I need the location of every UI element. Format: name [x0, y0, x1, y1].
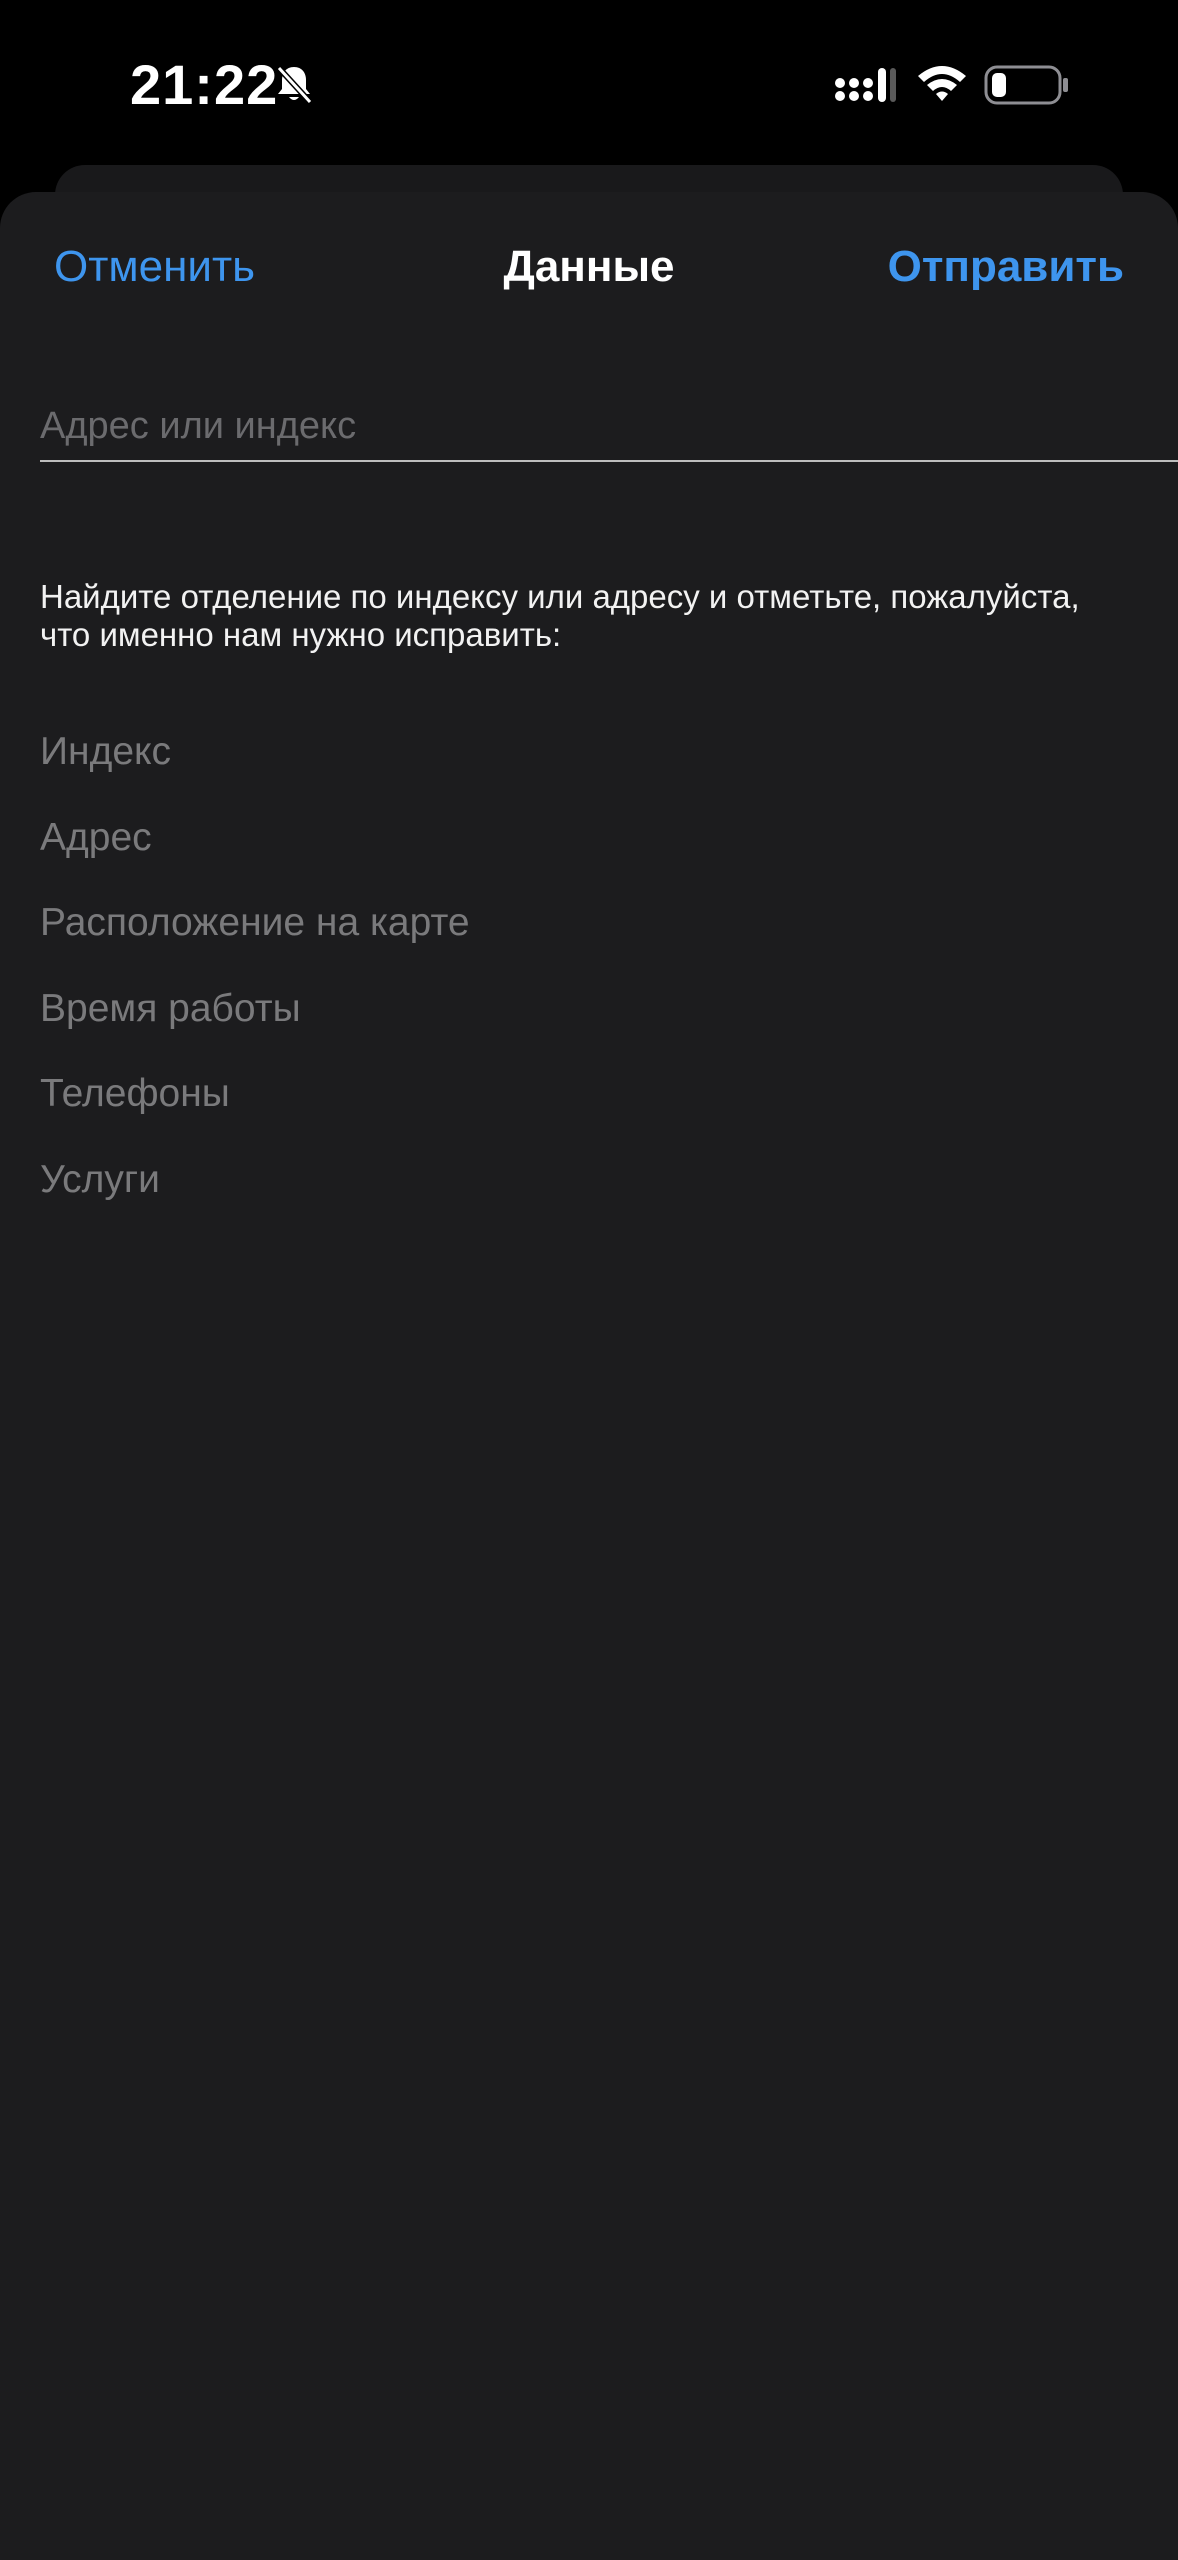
cellular-signal-icon [835, 68, 896, 102]
bell-slash-icon [276, 65, 313, 105]
option-working-hours[interactable]: Время работы [40, 988, 470, 1075]
option-address[interactable]: Адрес [40, 817, 470, 904]
option-map-location[interactable]: Расположение на карте [40, 903, 470, 989]
cancel-button[interactable]: Отменить [54, 242, 255, 292]
address-search-input[interactable] [40, 392, 1178, 462]
status-time: 21:22 [130, 53, 279, 116]
status-bar: 21:22 [0, 0, 1178, 165]
option-services[interactable]: Услуги [40, 1159, 470, 1246]
option-index[interactable]: Индекс [40, 732, 470, 818]
instructions-text: Найдите отделение по индексу или адресу … [40, 578, 1080, 653]
battery-low-icon [984, 65, 1068, 105]
correction-options-list: Индекс Адрес Расположение на карте Время… [40, 732, 470, 1245]
option-phones[interactable]: Телефоны [40, 1074, 470, 1160]
wifi-icon [918, 66, 966, 101]
send-button[interactable]: Отправить [888, 242, 1124, 292]
data-sheet: Отменить Данные Отправить Найдите отделе… [0, 192, 1178, 2560]
